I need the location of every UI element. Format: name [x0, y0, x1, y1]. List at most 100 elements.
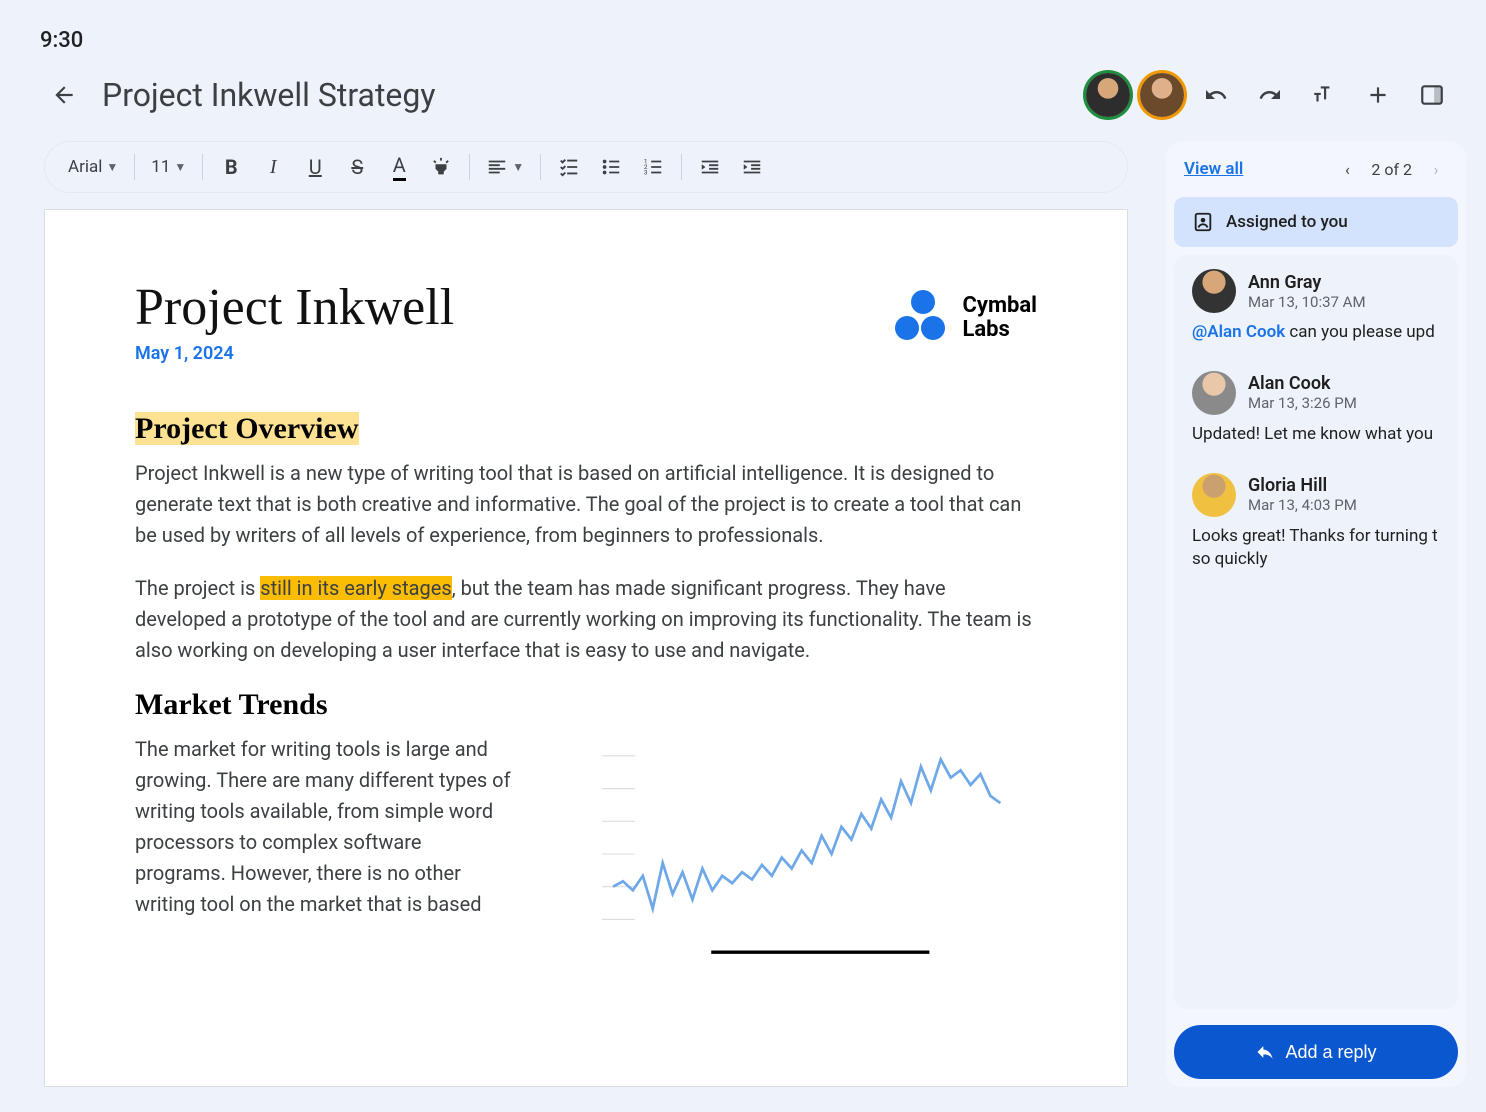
bullet-list-button[interactable] [593, 149, 629, 185]
undo-icon [1204, 83, 1228, 107]
format-toolbar: Arial ▼ 11▼ B I U S A ▼ 123 [44, 141, 1128, 193]
italic-button[interactable]: I [255, 149, 291, 185]
avatar [1192, 473, 1236, 517]
redo-icon [1258, 83, 1282, 107]
collaborator-avatar-1[interactable] [1086, 73, 1130, 117]
pager-prev-button[interactable]: ‹ [1335, 160, 1359, 179]
two-column-row: The market for writing tools is large an… [135, 734, 1037, 974]
comment-thread: Ann Gray Mar 13, 10:37 AM @Alan Cook can… [1174, 255, 1458, 1009]
outdent-icon [699, 156, 721, 178]
highlighted-text: still in its early stages [260, 576, 451, 600]
comment-author: Ann Gray [1248, 272, 1366, 293]
separator [469, 154, 470, 180]
bold-button[interactable]: B [213, 149, 249, 185]
comment-author: Alan Cook [1248, 373, 1357, 394]
main-row: Arial ▼ 11▼ B I U S A ▼ 123 [8, 141, 1478, 1087]
font-family-label: Arial [68, 157, 102, 177]
mention[interactable]: @Alan Cook [1192, 322, 1285, 342]
reply-label: Add a reply [1285, 1042, 1376, 1063]
svg-text:3: 3 [644, 168, 648, 176]
logo-mark-icon [895, 290, 951, 346]
comment-item[interactable]: Alan Cook Mar 13, 3:26 PM Updated! Let m… [1192, 371, 1440, 447]
title-block: Project Inkwell May 1, 2024 [135, 278, 454, 412]
comment-body: Looks great! Thanks for turning t so qui… [1192, 525, 1440, 573]
header-actions [1086, 73, 1454, 117]
paragraph-1: Project Inkwell is a new type of writing… [135, 458, 1037, 551]
section-heading-overview: Project Overview [135, 412, 1037, 446]
header: Project Inkwell Strategy [8, 65, 1478, 141]
text-color-button[interactable]: A [381, 149, 417, 185]
bullet-list-icon [600, 156, 622, 178]
separator [202, 154, 203, 180]
comment-pager: ‹ 2 of 2 › [1335, 160, 1448, 179]
font-size-select[interactable]: 11▼ [145, 149, 192, 185]
comment-time: Mar 13, 10:37 AM [1248, 293, 1366, 311]
line-chart-icon [538, 734, 1037, 974]
assigned-label: Assigned to you [1226, 212, 1348, 232]
highlight-button[interactable] [423, 149, 459, 185]
arrow-left-icon [51, 82, 77, 108]
align-button[interactable]: ▼ [480, 149, 530, 185]
add-reply-button[interactable]: Add a reply [1174, 1025, 1458, 1079]
panel-icon [1419, 82, 1445, 108]
strikethrough-button[interactable]: S [339, 149, 375, 185]
undo-button[interactable] [1194, 73, 1238, 117]
numbered-list-icon: 123 [642, 156, 664, 178]
view-all-link[interactable]: View all [1184, 159, 1243, 179]
reply-icon [1255, 1042, 1275, 1062]
panel-toggle-button[interactable] [1410, 73, 1454, 117]
separator [681, 154, 682, 180]
checklist-button[interactable] [551, 149, 587, 185]
logo-text: CymbalLabs [963, 294, 1038, 342]
comment-body: @Alan Cook can you please upd [1192, 321, 1440, 345]
paragraph-3: The market for writing tools is large an… [135, 734, 514, 920]
assigned-banner[interactable]: Assigned to you [1174, 197, 1458, 247]
align-left-icon [486, 156, 508, 178]
comment-time: Mar 13, 4:03 PM [1248, 496, 1357, 514]
text-format-button[interactable] [1302, 73, 1346, 117]
avatar [1192, 269, 1236, 313]
plus-icon [1365, 82, 1391, 108]
chevron-down-icon: ▼ [106, 160, 118, 174]
company-logo: CymbalLabs [895, 290, 1038, 346]
indent-icon [741, 156, 763, 178]
avatar [1192, 371, 1236, 415]
redo-button[interactable] [1248, 73, 1292, 117]
app-root: 9:30 Project Inkwell Strategy Arial▼ 11▼… [0, 0, 1486, 1112]
title-row: Project Inkwell May 1, 2024 CymbalLabs [135, 278, 1037, 412]
pager-counter: 2 of 2 [1371, 160, 1412, 179]
text-format-icon [1311, 82, 1337, 108]
separator [134, 154, 135, 180]
comment-author: Gloria Hill [1248, 475, 1357, 496]
editor-column: Arial ▼ 11▼ B I U S A ▼ 123 [20, 141, 1152, 1087]
highlight-icon [430, 156, 452, 178]
underline-button[interactable]: U [297, 149, 333, 185]
sidebar-top: View all ‹ 2 of 2 › [1166, 141, 1466, 197]
paragraph-2: The project is still in its early stages… [135, 573, 1037, 666]
pager-next-button[interactable]: › [1424, 160, 1448, 179]
status-time: 9:30 [8, 8, 1478, 65]
insert-button[interactable] [1356, 73, 1400, 117]
comments-sidebar: View all ‹ 2 of 2 › Assigned to you Ann … [1166, 141, 1466, 1087]
assigned-icon [1192, 211, 1214, 233]
checklist-icon [558, 156, 580, 178]
document-page[interactable]: Project Inkwell May 1, 2024 CymbalLabs P… [44, 209, 1128, 1087]
back-button[interactable] [44, 75, 84, 115]
collaborator-avatar-2[interactable] [1140, 73, 1184, 117]
comment-time: Mar 13, 3:26 PM [1248, 394, 1357, 412]
outdent-button[interactable] [692, 149, 728, 185]
separator [540, 154, 541, 180]
document-title[interactable]: Project Inkwell Strategy [102, 76, 1086, 114]
indent-button[interactable] [734, 149, 770, 185]
numbered-list-button[interactable]: 123 [635, 149, 671, 185]
comment-item[interactable]: Gloria Hill Mar 13, 4:03 PM Looks great!… [1192, 473, 1440, 573]
chevron-down-icon: ▼ [512, 160, 524, 174]
font-size-label: 11 [151, 157, 170, 177]
comment-body: Updated! Let me know what you [1192, 423, 1440, 447]
font-family-select[interactable]: Arial ▼ [62, 149, 124, 185]
doc-date: May 1, 2024 [135, 343, 454, 364]
doc-heading: Project Inkwell [135, 278, 454, 337]
comment-item[interactable]: Ann Gray Mar 13, 10:37 AM @Alan Cook can… [1192, 269, 1440, 345]
market-trend-chart [538, 734, 1037, 974]
section-heading-market: Market Trends [135, 688, 1037, 722]
